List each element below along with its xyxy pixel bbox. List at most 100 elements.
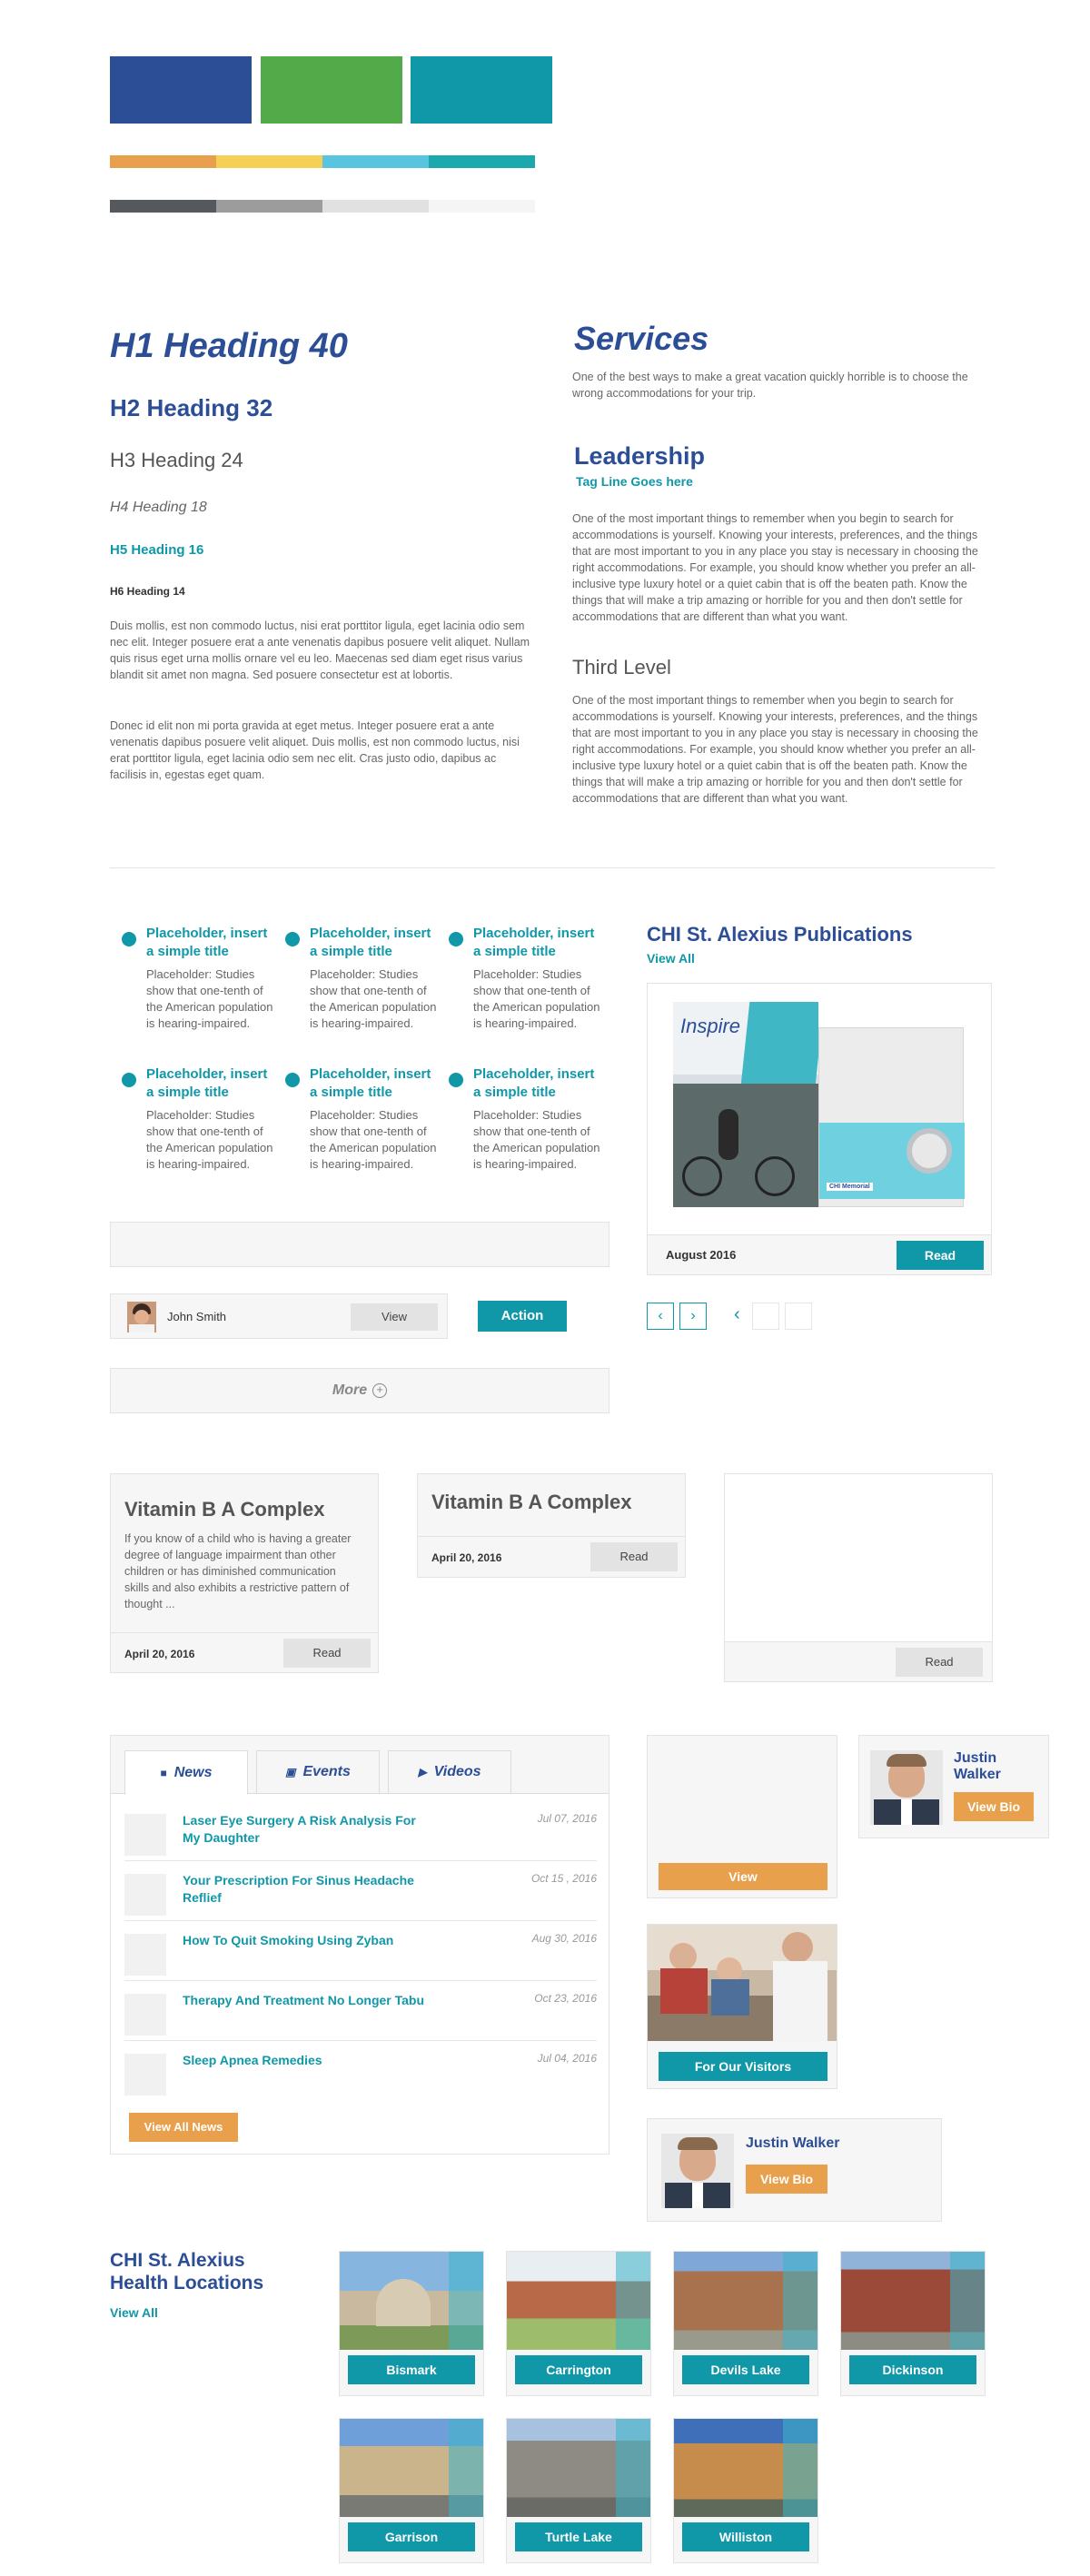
view-card-button[interactable]: View (659, 1863, 827, 1890)
accent-swatch-yellow (216, 155, 322, 168)
leadership-heading: Leadership (574, 442, 706, 470)
location-button[interactable]: Carrington (515, 2355, 642, 2384)
news-item[interactable]: How To Quit Smoking Using Zyban Aug 30, … (124, 1930, 597, 1981)
person-name: John Smith (167, 1310, 227, 1323)
news-thumbnail (124, 1934, 166, 1976)
prev-button[interactable]: ‹ (647, 1303, 674, 1330)
placeholder-title[interactable]: Placeholder, insert a simple title (473, 925, 605, 961)
view-bio-button[interactable]: View Bio (746, 2165, 827, 2194)
doctor-name[interactable]: Justin Walker (954, 1750, 1017, 1783)
chevron-left-icon: ‹ (658, 1308, 663, 1323)
placeholder-grid: Placeholder, insert a simple title Place… (110, 925, 619, 1197)
third-level-text: One of the most important things to reme… (572, 694, 978, 805)
third-level-heading: Third Level (572, 656, 671, 679)
placeholder-body: Placeholder: Studies show that one-tenth… (310, 1108, 437, 1171)
publication-cover[interactable]: CHI Memorial Inspire (673, 1002, 965, 1207)
placeholder-body: Placeholder: Studies show that one-tenth… (473, 967, 600, 1030)
location-button[interactable]: Turtle Lake (515, 2522, 642, 2551)
tab-events-label: Events (302, 1764, 351, 1779)
location-button[interactable]: Williston (682, 2522, 809, 2551)
placeholder-body: Placeholder: Studies show that one-tenth… (310, 967, 437, 1030)
article-read-button[interactable]: Read (896, 1648, 983, 1677)
h1-sample: H1 Heading 40 (110, 327, 348, 365)
action-button[interactable]: Action (478, 1301, 567, 1332)
article-read-button[interactable]: Read (283, 1639, 371, 1668)
primary-swatch-navy (110, 56, 252, 124)
locations-view-all[interactable]: View All (110, 2305, 158, 2320)
doctor-name[interactable]: Justin Walker (746, 2135, 839, 2152)
placeholder-title[interactable]: Placeholder, insert a simple title (146, 1065, 278, 1102)
h3-sample: H3 Heading 24 (110, 449, 243, 471)
pager-slot[interactable] (752, 1303, 779, 1330)
calendar-icon: ▣ (285, 1766, 296, 1778)
location-photo (674, 2419, 818, 2517)
placeholder-body: Placeholder: Studies show that one-tenth… (473, 1108, 600, 1171)
location-card: Garrison (339, 2418, 484, 2563)
news-date: Jul 07, 2016 (537, 1812, 597, 1825)
view-all-news-button[interactable]: View All News (129, 2113, 238, 2142)
locations-title: CHI St. Alexius Health Locations (110, 2250, 264, 2294)
tab-events[interactable]: ▣ Events (256, 1750, 380, 1794)
placeholder-body: Placeholder: Studies show that one-tenth… (146, 1108, 273, 1171)
placeholder-title[interactable]: Placeholder, insert a simple title (473, 1065, 605, 1102)
placeholder-title[interactable]: Placeholder, insert a simple title (146, 925, 278, 961)
placeholder-title[interactable]: Placeholder, insert a simple title (310, 1065, 441, 1102)
bullet-dot (449, 932, 463, 946)
news-date: Oct 15 , 2016 (530, 1872, 597, 1885)
tab-videos[interactable]: ▶ Videos (388, 1750, 511, 1794)
location-card: Williston (673, 2418, 818, 2563)
news-date: Oct 23, 2016 (534, 1992, 597, 2005)
bullet-dot (285, 932, 300, 946)
news-title[interactable]: Therapy And Treatment No Longer Tabu (183, 1992, 437, 2009)
news-date: Jul 04, 2016 (537, 2052, 597, 2065)
news-item[interactable]: Laser Eye Surgery A Risk Analysis For My… (124, 1810, 597, 1861)
news-item[interactable]: Your Prescription For Sinus Headache Ref… (124, 1870, 597, 1921)
news-title[interactable]: Sleep Apnea Remedies (183, 2052, 437, 2069)
h4-sample: H4 Heading 18 (110, 500, 207, 515)
tab-news[interactable]: ■ News (124, 1750, 248, 1795)
news-title[interactable]: Your Prescription For Sinus Headache Ref… (183, 1872, 437, 1907)
news-title[interactable]: Laser Eye Surgery A Risk Analysis For My… (183, 1812, 437, 1847)
pager-chevron-left-icon[interactable]: ‹ (734, 1304, 740, 1325)
location-photo (507, 2252, 650, 2350)
chevron-right-icon: › (690, 1308, 696, 1323)
article-card: Vitamin B A Complex If you know of a chi… (110, 1473, 379, 1673)
pager-slot[interactable] (785, 1303, 812, 1330)
services-heading: Services (574, 320, 709, 357)
location-button[interactable]: Dickinson (849, 2355, 976, 2384)
article-date: April 20, 2016 (124, 1648, 195, 1660)
article-title[interactable]: Vitamin B A Complex (124, 1498, 324, 1521)
article-read-button[interactable]: Read (590, 1542, 678, 1571)
placeholder-title[interactable]: Placeholder, insert a simple title (310, 925, 441, 961)
location-card: Carrington (506, 2251, 651, 2396)
publications-view-all[interactable]: View All (647, 951, 695, 966)
location-photo (340, 2419, 483, 2517)
location-photo (841, 2252, 985, 2350)
location-button[interactable]: Bismark (348, 2355, 475, 2384)
accent-swatch-sky (322, 155, 429, 168)
leadership-text: One of the most important things to reme… (572, 512, 978, 623)
location-card: Bismark (339, 2251, 484, 2396)
visitors-button[interactable]: For Our Visitors (659, 2052, 827, 2081)
grey-swatch-mid (216, 200, 322, 213)
accent-swatch-turquoise (429, 155, 535, 168)
view-bio-button[interactable]: View Bio (954, 1792, 1034, 1821)
location-button[interactable]: Devils Lake (682, 2355, 809, 2384)
location-button[interactable]: Garrison (348, 2522, 475, 2551)
accent-swatch-orange (110, 155, 216, 168)
next-button[interactable]: › (679, 1303, 707, 1330)
article-footer: April 20, 2016 Read (111, 1632, 378, 1672)
article-card: Vitamin B A Complex April 20, 2016 Read (417, 1473, 686, 1578)
article-date: April 20, 2016 (431, 1551, 502, 1564)
news-item[interactable]: Sleep Apnea Remedies Jul 04, 2016 (124, 2050, 597, 2101)
article-excerpt: If you know of a child who is having a g… (124, 1532, 352, 1610)
article-title[interactable]: Vitamin B A Complex (431, 1491, 631, 1514)
publication-read-button[interactable]: Read (897, 1241, 984, 1270)
news-item[interactable]: Therapy And Treatment No Longer Tabu Oct… (124, 1990, 597, 2041)
view-button[interactable]: View (351, 1303, 438, 1331)
placeholder-item: Placeholder, insert a simple title Place… (473, 925, 605, 1032)
news-title[interactable]: How To Quit Smoking Using Zyban (183, 1932, 437, 1949)
more-label: More (332, 1382, 368, 1398)
more-bar[interactable]: More + (110, 1368, 609, 1413)
bullet-dot (285, 1073, 300, 1087)
